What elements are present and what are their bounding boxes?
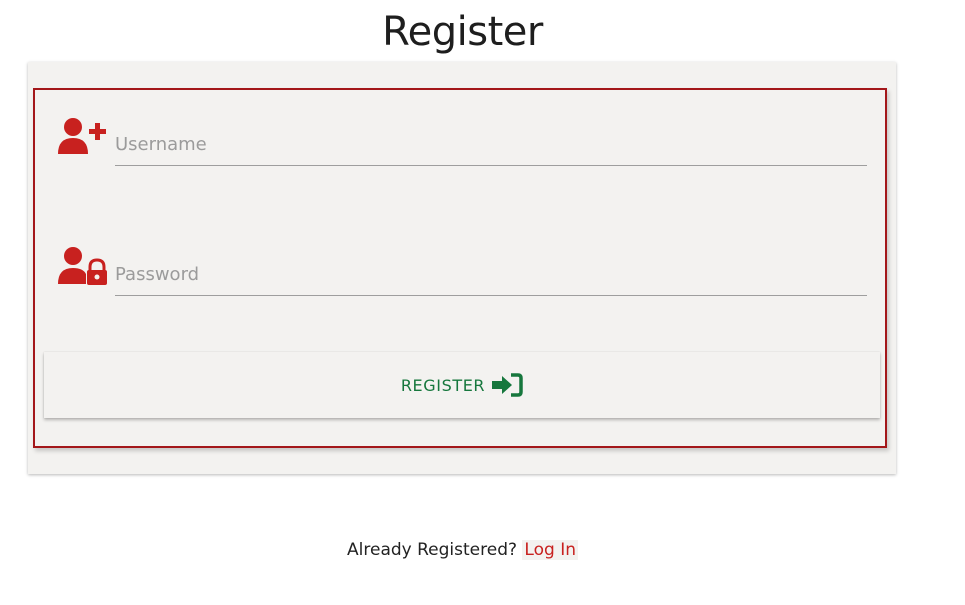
register-button[interactable]: REGISTER xyxy=(44,352,880,418)
register-card: REGISTER xyxy=(28,62,896,474)
register-button-label: REGISTER xyxy=(400,375,486,395)
username-input[interactable] xyxy=(115,124,867,166)
user-lock-icon xyxy=(57,246,107,286)
password-input[interactable] xyxy=(115,254,867,296)
user-plus-icon xyxy=(57,116,107,156)
username-row xyxy=(35,90,889,180)
password-row xyxy=(35,220,889,310)
login-prompt: Already Registered? Log In xyxy=(0,540,925,560)
login-prompt-text: Already Registered? xyxy=(347,540,518,560)
register-form: REGISTER xyxy=(33,88,887,448)
login-link[interactable]: Log In xyxy=(522,540,578,560)
page-title: Register xyxy=(382,9,543,55)
sign-in-icon xyxy=(491,373,523,397)
